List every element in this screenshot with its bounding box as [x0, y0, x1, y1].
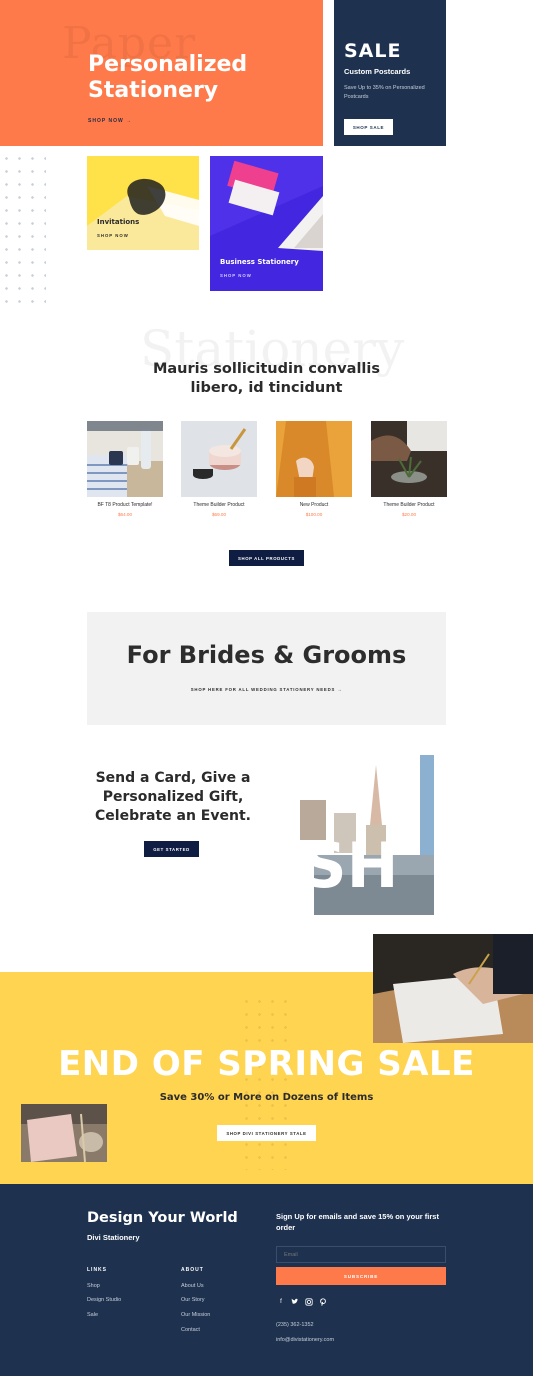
product-name[interactable]: Theme Builder Product — [181, 502, 257, 508]
sale-title: SALE — [344, 40, 402, 62]
footer-link-contact[interactable]: Contact — [181, 1327, 200, 1333]
footer-title: Design Your World — [87, 1210, 238, 1226]
brides-grooms-title: For Brides & Grooms — [126, 641, 407, 669]
signing-document-photo — [373, 934, 533, 1043]
business-shop-link[interactable]: SHOP NOW — [220, 273, 252, 278]
stationery-heading-line1: Mauris sollicitudin convallis — [152, 361, 381, 377]
shop-sale-button[interactable]: SHOP SALE — [344, 119, 393, 135]
footer-phone: (235) 362-1352 — [276, 1322, 314, 1328]
footer-brand: Divi Stationery — [87, 1233, 140, 1242]
city-letters-image: SH — [300, 755, 434, 915]
footer-link-our-story[interactable]: Our Story — [181, 1297, 205, 1303]
hero-shop-now-link[interactable]: SHOP NOW → — [88, 118, 132, 124]
subscribe-button[interactable]: SUBSCRIBE — [276, 1267, 446, 1285]
business-stationery-tile[interactable]: Business Stationery SHOP NOW — [210, 156, 323, 291]
business-cards-image — [210, 156, 323, 291]
product-price: $69.00 — [211, 512, 227, 517]
stationery-heading: Mauris sollicitudin convallis libero, id… — [120, 360, 413, 398]
sale-subtitle: Custom Postcards — [344, 67, 411, 76]
footer-link-about-us[interactable]: About Us — [181, 1283, 204, 1289]
send-card-line1: Send a Card, Give a — [95, 770, 251, 786]
footer — [0, 1184, 533, 1376]
sale-description: Save Up to 35% on Personalized Postcards — [344, 85, 425, 100]
shop-all-products-button[interactable]: SHOP ALL PRODUCTS — [229, 550, 304, 566]
product-image[interactable] — [371, 421, 447, 497]
product-name[interactable]: Theme Builder Product — [371, 502, 447, 508]
send-card-heading: Send a Card, Give a Personalized Gift, C… — [78, 769, 268, 826]
footer-email-link[interactable]: info@divistationery.com — [276, 1337, 334, 1343]
svg-text:SH: SH — [302, 829, 399, 902]
footer-link-our-mission[interactable]: Our Mission — [181, 1312, 210, 1318]
wedding-stationery-link[interactable]: SHOP HERE FOR ALL WEDDING STATIONERY NEE… — [87, 687, 446, 692]
footer-links-heading: LINKS — [87, 1267, 107, 1273]
pinterest-icon[interactable] — [318, 1297, 328, 1307]
product-card[interactable]: BF T8 Product Template! $64.00 — [87, 421, 163, 517]
send-card-line2: Personalized Gift, — [102, 789, 244, 805]
footer-link-design-studio[interactable]: Design Studio — [87, 1297, 121, 1303]
product-image[interactable] — [87, 421, 163, 497]
get-started-button[interactable]: GET STARTED — [144, 841, 199, 857]
product-name[interactable]: New Product — [276, 502, 352, 508]
spring-sale-title: END OF SPRING SALE — [58, 1044, 475, 1084]
instagram-icon[interactable] — [304, 1297, 314, 1307]
invitations-shop-link[interactable]: SHOP NOW — [97, 233, 129, 238]
twitter-icon[interactable] — [290, 1297, 300, 1307]
shop-spring-sale-button[interactable]: SHOP DIVI STATIONERY STALE — [217, 1125, 316, 1141]
product-name[interactable]: BF T8 Product Template! — [87, 502, 163, 508]
send-card-line3: Celebrate an Event. — [95, 808, 251, 824]
newsletter-email-input[interactable] — [276, 1246, 446, 1263]
facebook-icon[interactable]: f — [276, 1297, 286, 1307]
product-card[interactable]: New Product $100.00 — [276, 421, 352, 517]
business-stationery-label: Business Stationery — [220, 258, 299, 266]
spring-sale-subtitle: Save 30% or More on Dozens of Items — [159, 1092, 374, 1103]
product-card[interactable]: Theme Builder Product $69.00 — [181, 421, 257, 517]
footer-about-heading: ABOUT — [181, 1267, 204, 1273]
stationery-heading-line2: libero, id tincidunt — [190, 380, 343, 396]
newsletter-heading: Sign Up for emails and save 15% on your … — [276, 1212, 439, 1232]
footer-link-shop[interactable]: Shop — [87, 1283, 100, 1289]
hero-title-line1: Personalized — [88, 52, 248, 77]
table-setting-photo — [21, 1104, 107, 1162]
product-price: $64.00 — [117, 512, 133, 517]
product-price: $100.00 — [305, 512, 323, 517]
invitations-label: Invitations — [97, 218, 140, 226]
invitations-tile[interactable]: Invitations SHOP NOW — [87, 156, 199, 250]
product-card[interactable]: Theme Builder Product $20.00 — [371, 421, 447, 517]
hero-title-line2: Stationery — [88, 78, 219, 103]
dot-pattern — [0, 152, 46, 310]
product-price: $20.00 — [401, 512, 417, 517]
hero-title: Personalized Stationery — [88, 52, 308, 104]
product-image[interactable] — [276, 421, 352, 497]
product-image[interactable] — [181, 421, 257, 497]
footer-link-sale[interactable]: Sale — [87, 1312, 98, 1318]
